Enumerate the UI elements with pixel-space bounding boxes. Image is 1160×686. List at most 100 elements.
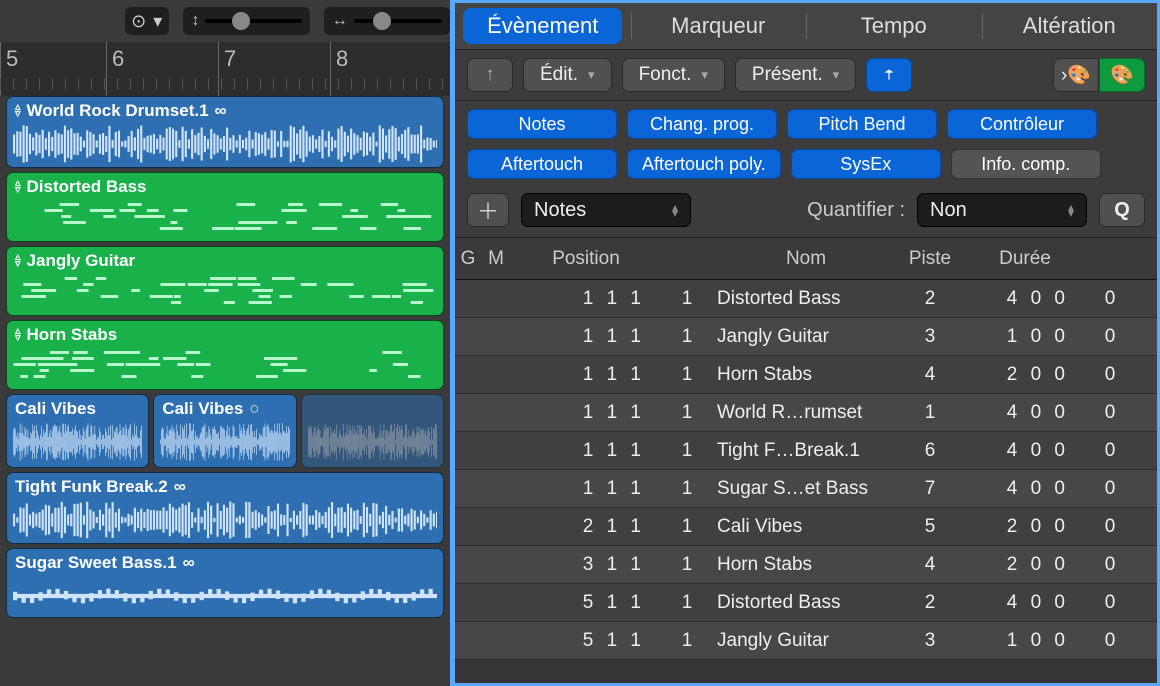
cell-position[interactable]: 1 1 1 (511, 478, 661, 500)
cell-subpos[interactable]: 1 (661, 288, 713, 310)
cell-track[interactable]: 4 (895, 364, 965, 386)
tab-marqueur[interactable]: Marqueur (631, 3, 807, 49)
col-duration[interactable]: Durée (965, 248, 1085, 270)
filter-info-comp-[interactable]: Info. comp. (951, 149, 1101, 179)
cell-subpos[interactable]: 1 (661, 478, 713, 500)
table-row[interactable]: 1 1 11World R…rumset14 0 00 (455, 394, 1157, 432)
region[interactable]: Cali Vibes (6, 394, 149, 468)
cell-track[interactable]: 7 (895, 478, 965, 500)
cell-track[interactable]: 2 (895, 288, 965, 310)
tab-altération[interactable]: Altération (982, 3, 1158, 49)
cell-duration[interactable]: 4 0 0 (965, 288, 1085, 310)
cell-position[interactable]: 1 1 1 (511, 288, 661, 310)
col-m[interactable]: M (481, 248, 511, 270)
cell-track[interactable]: 4 (895, 554, 965, 576)
cell-name[interactable]: World R…rumset (713, 402, 895, 424)
cell-track[interactable]: 2 (895, 592, 965, 614)
quantize-select[interactable]: Non ▴▾ (917, 193, 1087, 227)
cell-extra[interactable]: 0 (1085, 516, 1135, 538)
tracks-area[interactable]: ▵▿World Rock Drumset.1 ∞▵▿Distorted Bass… (0, 96, 450, 686)
cell-subpos[interactable]: 1 (661, 554, 713, 576)
region-ghost[interactable] (301, 394, 444, 468)
cell-position[interactable]: 1 1 1 (511, 440, 661, 462)
tab-évènement[interactable]: Évènement (455, 3, 631, 49)
cell-position[interactable]: 3 1 1 (511, 554, 661, 576)
filter-sysex[interactable]: SysEx (791, 149, 941, 179)
cell-position[interactable]: 2 1 1 (511, 516, 661, 538)
add-event-button[interactable]: ＋ (467, 193, 509, 227)
cell-name[interactable]: Horn Stabs (713, 364, 895, 386)
cell-extra[interactable]: 0 (1085, 630, 1135, 652)
cell-track[interactable]: 3 (895, 326, 965, 348)
cell-name[interactable]: Distorted Bass (713, 288, 895, 310)
region[interactable]: ▵▿Distorted Bass (6, 172, 444, 242)
table-row[interactable]: 1 1 11Jangly Guitar31 0 00 (455, 318, 1157, 356)
event-type-select[interactable]: Notes ▴▾ (521, 193, 691, 227)
cell-name[interactable]: Tight F…Break.1 (713, 440, 895, 462)
cell-extra[interactable]: 0 (1085, 402, 1135, 424)
cell-duration[interactable]: 2 0 0 (965, 554, 1085, 576)
up-level-button[interactable]: ↑ (467, 58, 513, 92)
cell-subpos[interactable]: 1 (661, 326, 713, 348)
cell-track[interactable]: 3 (895, 630, 965, 652)
table-row[interactable]: 5 1 11Jangly Guitar31 0 00 (455, 622, 1157, 660)
cell-duration[interactable]: 4 0 0 (965, 592, 1085, 614)
filter-notes[interactable]: Notes (467, 109, 617, 139)
cell-duration[interactable]: 1 0 0 (965, 630, 1085, 652)
cell-position[interactable]: 5 1 1 (511, 630, 661, 652)
functions-menu[interactable]: Fonct.▾ (622, 58, 725, 92)
cell-extra[interactable]: 0 (1085, 288, 1135, 310)
filter-chang-prog-[interactable]: Chang. prog. (627, 109, 777, 139)
col-g[interactable]: G (455, 248, 481, 270)
col-name[interactable]: Nom (713, 248, 895, 270)
filter-aftertouch[interactable]: Aftertouch (467, 149, 617, 179)
cell-subpos[interactable]: 1 (661, 592, 713, 614)
cell-extra[interactable]: 0 (1085, 364, 1135, 386)
table-row[interactable]: 1 1 11Distorted Bass24 0 00 (455, 280, 1157, 318)
cell-extra[interactable]: 0 (1085, 592, 1135, 614)
table-row[interactable]: 1 1 11Tight F…Break.164 0 00 (455, 432, 1157, 470)
cell-extra[interactable]: 0 (1085, 326, 1135, 348)
table-row[interactable]: 2 1 11Cali Vibes52 0 00 (455, 508, 1157, 546)
region[interactable]: ▵▿Horn Stabs (6, 320, 444, 390)
catch-playhead-button[interactable] (866, 58, 912, 92)
event-table-body[interactable]: 1 1 11Distorted Bass24 0 001 1 11Jangly … (455, 280, 1157, 683)
cell-subpos[interactable]: 1 (661, 402, 713, 424)
cell-duration[interactable]: 2 0 0 (965, 516, 1085, 538)
col-position[interactable]: Position (511, 248, 661, 270)
cell-name[interactable]: Jangly Guitar (713, 630, 895, 652)
table-row[interactable]: 3 1 11Horn Stabs42 0 00 (455, 546, 1157, 584)
region[interactable]: Cali Vibes (153, 394, 296, 468)
cell-position[interactable]: 1 1 1 (511, 326, 661, 348)
vertical-zoom-slider[interactable]: ↕ (183, 7, 309, 35)
cell-position[interactable]: 5 1 1 (511, 592, 661, 614)
quantize-button[interactable]: Q (1099, 193, 1145, 227)
cell-duration[interactable]: 2 0 0 (965, 364, 1085, 386)
tab-tempo[interactable]: Tempo (806, 3, 982, 49)
cell-name[interactable]: Jangly Guitar (713, 326, 895, 348)
col-track[interactable]: Piste (895, 248, 965, 270)
cell-position[interactable]: 1 1 1 (511, 364, 661, 386)
cell-name[interactable]: Distorted Bass (713, 592, 895, 614)
appearance-button-1[interactable]: ›🎨 (1053, 58, 1099, 92)
cell-track[interactable]: 1 (895, 402, 965, 424)
timeline-ruler[interactable]: 5 6 7 8 (0, 42, 450, 96)
edit-menu[interactable]: Édit.▾ (523, 58, 612, 92)
cell-track[interactable]: 6 (895, 440, 965, 462)
cell-name[interactable]: Sugar S…et Bass (713, 478, 895, 500)
cell-duration[interactable]: 4 0 0 (965, 478, 1085, 500)
cell-subpos[interactable]: 1 (661, 630, 713, 652)
cell-name[interactable]: Cali Vibes (713, 516, 895, 538)
cell-extra[interactable]: 0 (1085, 478, 1135, 500)
cell-duration[interactable]: 1 0 0 (965, 326, 1085, 348)
cell-duration[interactable]: 4 0 0 (965, 402, 1085, 424)
region[interactable]: ▵▿World Rock Drumset.1 ∞ (6, 96, 444, 168)
region[interactable]: Sugar Sweet Bass.1 ∞ (6, 548, 444, 618)
appearance-button-2[interactable]: 🎨 (1099, 58, 1145, 92)
region[interactable]: Tight Funk Break.2 ∞ (6, 472, 444, 544)
view-menu[interactable]: Présent.▾ (735, 58, 856, 92)
table-row[interactable]: 1 1 11Sugar S…et Bass74 0 00 (455, 470, 1157, 508)
table-row[interactable]: 1 1 11Horn Stabs42 0 00 (455, 356, 1157, 394)
cell-subpos[interactable]: 1 (661, 364, 713, 386)
cell-position[interactable]: 1 1 1 (511, 402, 661, 424)
